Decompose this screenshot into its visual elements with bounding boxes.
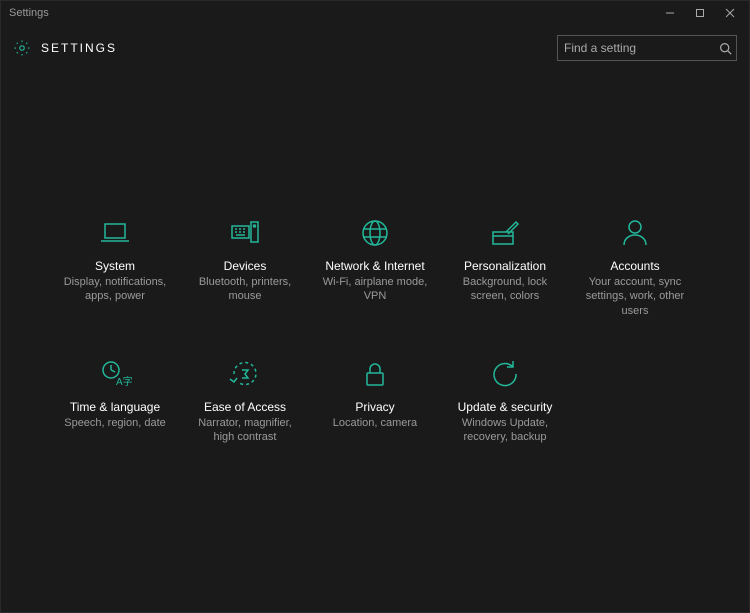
tile-desc: Windows Update, recovery, backup bbox=[450, 416, 560, 445]
update-icon bbox=[487, 356, 523, 392]
minimize-button[interactable] bbox=[655, 1, 685, 25]
tile-update-security[interactable]: Update & security Windows Update, recove… bbox=[445, 352, 565, 449]
tile-network[interactable]: Network & Internet Wi-Fi, airplane mode,… bbox=[315, 211, 435, 322]
tile-time-language[interactable]: A字 Time & language Speech, region, date bbox=[55, 352, 175, 449]
keyboard-icon bbox=[227, 215, 263, 251]
tile-title: Network & Internet bbox=[325, 259, 424, 273]
tile-desc: Bluetooth, printers, mouse bbox=[190, 275, 300, 304]
tile-ease-of-access[interactable]: Ease of Access Narrator, magnifier, high… bbox=[185, 352, 305, 449]
tile-title: Accounts bbox=[610, 259, 659, 273]
laptop-icon bbox=[97, 215, 133, 251]
tile-title: Time & language bbox=[70, 400, 160, 414]
window-controls bbox=[655, 1, 745, 25]
tile-desc: Speech, region, date bbox=[64, 416, 166, 430]
maximize-button[interactable] bbox=[685, 1, 715, 25]
tile-privacy[interactable]: Privacy Location, camera bbox=[315, 352, 435, 449]
tile-title: System bbox=[95, 259, 135, 273]
tile-desc: Wi-Fi, airplane mode, VPN bbox=[320, 275, 430, 304]
tile-accounts[interactable]: Accounts Your account, sync settings, wo… bbox=[575, 211, 695, 322]
tile-title: Ease of Access bbox=[204, 400, 286, 414]
gear-icon bbox=[13, 39, 31, 57]
close-button[interactable] bbox=[715, 1, 745, 25]
ease-of-access-icon bbox=[227, 356, 263, 392]
tile-title: Privacy bbox=[355, 400, 394, 414]
tile-desc: Narrator, magnifier, high contrast bbox=[190, 416, 300, 445]
globe-icon bbox=[357, 215, 393, 251]
time-language-icon: A字 bbox=[97, 356, 133, 392]
tile-title: Devices bbox=[224, 259, 267, 273]
lock-icon bbox=[357, 356, 393, 392]
search-box[interactable] bbox=[557, 35, 737, 61]
tile-devices[interactable]: Devices Bluetooth, printers, mouse bbox=[185, 211, 305, 322]
tile-desc: Background, lock screen, colors bbox=[450, 275, 560, 304]
tile-system[interactable]: System Display, notifications, apps, pow… bbox=[55, 211, 175, 322]
svg-text:A字: A字 bbox=[116, 375, 132, 388]
tile-desc: Location, camera bbox=[333, 416, 417, 430]
search-input[interactable] bbox=[564, 41, 719, 55]
titlebar: Settings bbox=[1, 1, 749, 25]
search-icon bbox=[719, 42, 732, 55]
window-title: Settings bbox=[5, 7, 655, 19]
settings-grid: System Display, notifications, apps, pow… bbox=[55, 211, 695, 448]
tile-title: Personalization bbox=[464, 259, 546, 273]
tile-title: Update & security bbox=[458, 400, 553, 414]
person-icon bbox=[617, 215, 653, 251]
header: SETTINGS bbox=[1, 25, 749, 71]
page-title: SETTINGS bbox=[41, 41, 117, 55]
tile-desc: Your account, sync settings, work, other… bbox=[580, 275, 690, 318]
tile-desc: Display, notifications, apps, power bbox=[60, 275, 170, 304]
paintbrush-icon bbox=[487, 215, 523, 251]
tile-personalization[interactable]: Personalization Background, lock screen,… bbox=[445, 211, 565, 322]
